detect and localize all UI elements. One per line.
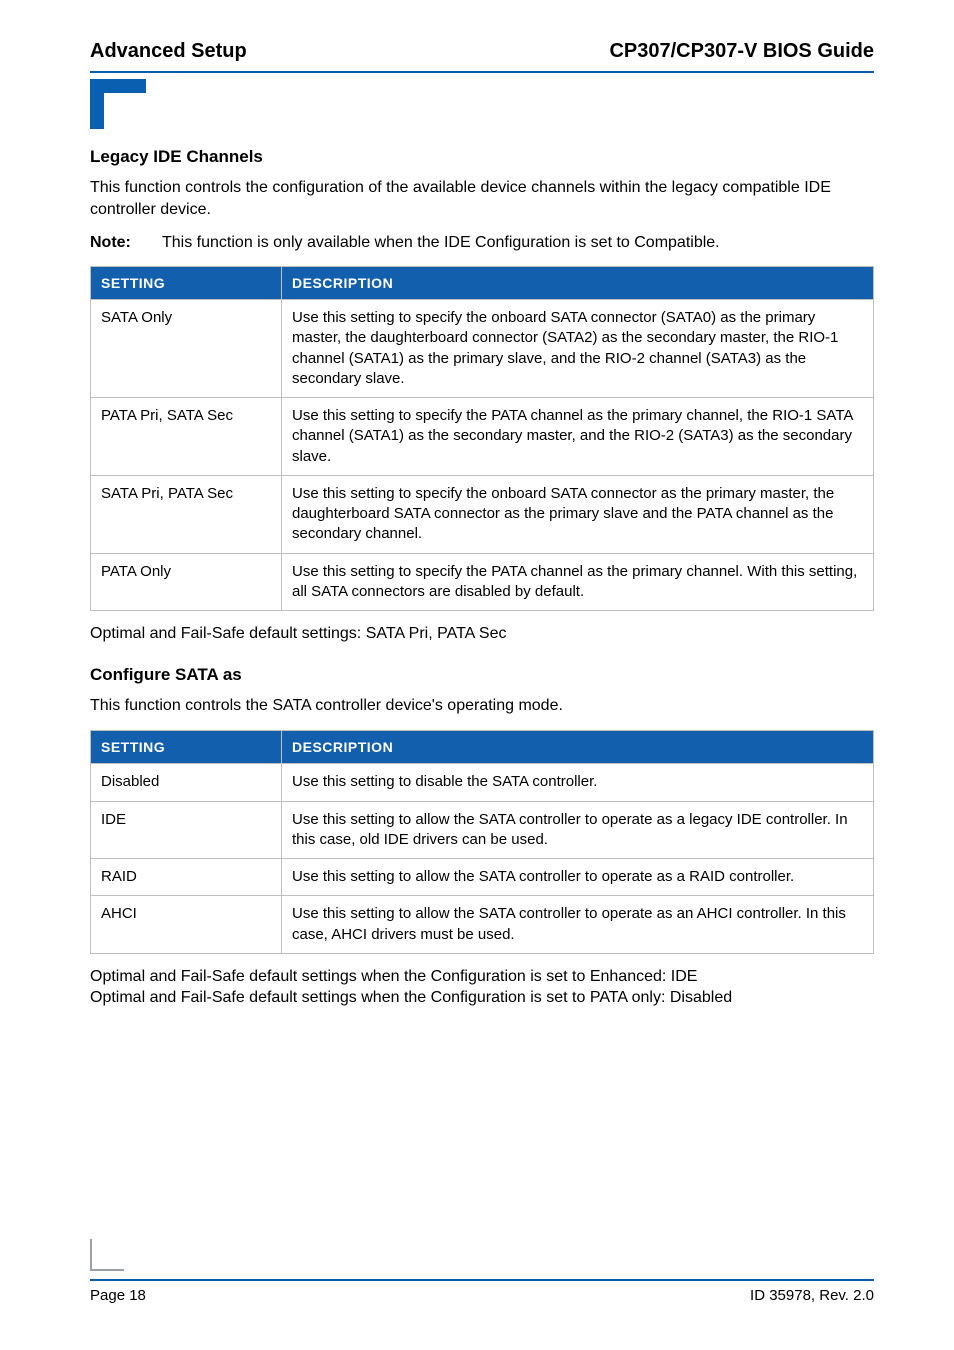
cell-setting: AHCI	[91, 896, 282, 954]
cell-description: Use this setting to specify the onboard …	[282, 475, 874, 553]
header-rule	[90, 71, 874, 73]
cell-description: Use this setting to allow the SATA contr…	[282, 801, 874, 859]
section-title-configure-sata: Configure SATA as	[90, 665, 874, 685]
table-header-description: DESCRIPTION	[282, 731, 874, 764]
cell-description: Use this setting to specify the PATA cha…	[282, 398, 874, 476]
table-row: AHCI Use this setting to allow the SATA …	[91, 896, 874, 954]
table-row: PATA Pri, SATA Sec Use this setting to s…	[91, 398, 874, 476]
cell-description: Use this setting to allow the SATA contr…	[282, 896, 874, 954]
table-header-description: DESCRIPTION	[282, 267, 874, 300]
cell-setting: RAID	[91, 859, 282, 896]
table-row: SATA Only Use this setting to specify th…	[91, 300, 874, 398]
cell-setting: SATA Only	[91, 300, 282, 398]
legacy-ide-table: SETTING DESCRIPTION SATA Only Use this s…	[90, 266, 874, 611]
table-header-setting: SETTING	[91, 267, 282, 300]
default-enhanced: Optimal and Fail-Safe default settings w…	[90, 968, 697, 985]
cell-setting: Disabled	[91, 764, 282, 801]
table-header-setting: SETTING	[91, 731, 282, 764]
note-text: This function is only available when the…	[162, 234, 720, 252]
default-pata-only: Optimal and Fail-Safe default settings w…	[90, 989, 732, 1006]
footer-page: Page 18	[90, 1287, 146, 1304]
default-settings-text: Optimal and Fail-Safe default settings w…	[90, 966, 874, 1009]
table-row: SATA Pri, PATA Sec Use this setting to s…	[91, 475, 874, 553]
note-label: Note:	[90, 234, 162, 252]
cell-setting: IDE	[91, 801, 282, 859]
section-intro: This function controls the configuration…	[90, 177, 874, 220]
cell-description: Use this setting to specify the PATA cha…	[282, 553, 874, 611]
header-left: Advanced Setup	[90, 40, 247, 63]
footer-id: ID 35978, Rev. 2.0	[750, 1287, 874, 1304]
cell-description: Use this setting to specify the onboard …	[282, 300, 874, 398]
footer-rule	[90, 1279, 874, 1281]
configure-sata-table: SETTING DESCRIPTION Disabled Use this se…	[90, 730, 874, 954]
section-title-legacy-ide: Legacy IDE Channels	[90, 147, 874, 167]
table-row: RAID Use this setting to allow the SATA …	[91, 859, 874, 896]
cell-description: Use this setting to allow the SATA contr…	[282, 859, 874, 896]
note-row: Note: This function is only available wh…	[90, 234, 874, 252]
header-right: CP307/CP307-V BIOS Guide	[609, 40, 874, 63]
cell-setting: PATA Only	[91, 553, 282, 611]
cell-setting: PATA Pri, SATA Sec	[91, 398, 282, 476]
table-row: PATA Only Use this setting to specify th…	[91, 553, 874, 611]
table-row: IDE Use this setting to allow the SATA c…	[91, 801, 874, 859]
table-row: Disabled Use this setting to disable the…	[91, 764, 874, 801]
section-intro: This function controls the SATA controll…	[90, 695, 874, 717]
default-settings-text: Optimal and Fail-Safe default settings: …	[90, 623, 874, 645]
footer-mark-icon	[90, 1239, 124, 1276]
cell-description: Use this setting to disable the SATA con…	[282, 764, 874, 801]
cell-setting: SATA Pri, PATA Sec	[91, 475, 282, 553]
logo-icon	[90, 79, 874, 129]
